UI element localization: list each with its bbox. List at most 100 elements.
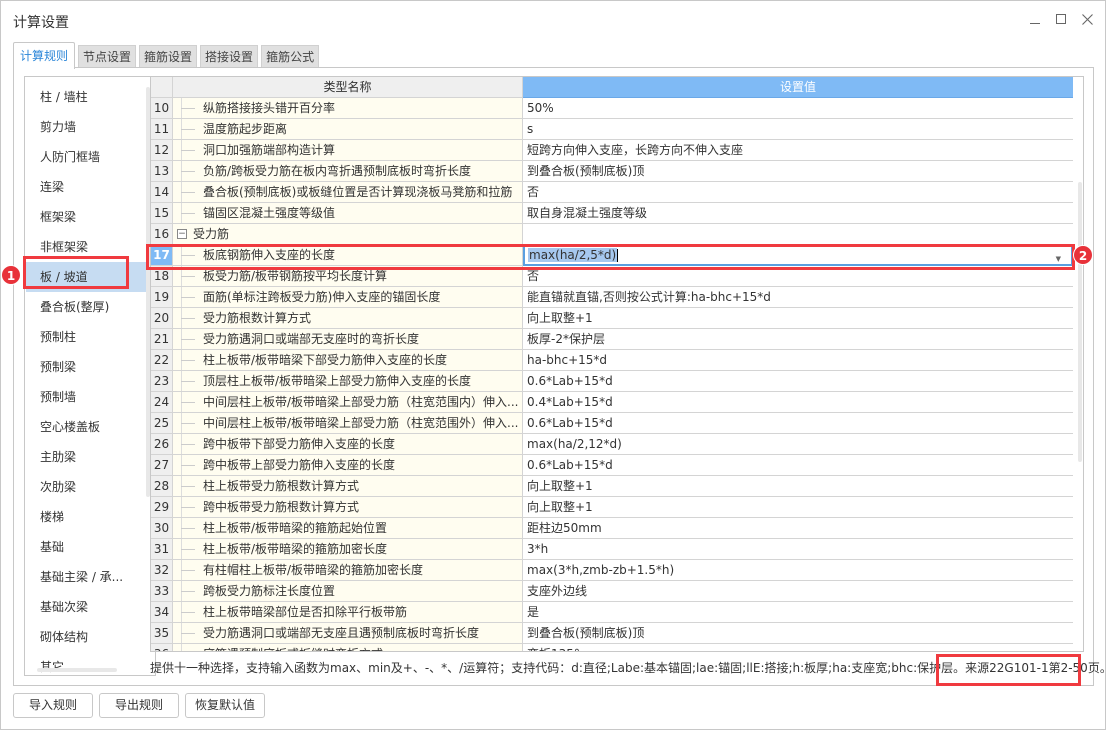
type-name-cell[interactable]: 受力筋遇洞口或端部无支座且遇预制底板时弯折长度 (173, 623, 523, 644)
row-number[interactable]: 26 (151, 434, 173, 455)
type-name-cell[interactable]: 柱上板带受力筋根数计算方式 (173, 476, 523, 497)
setting-value-cell[interactable]: 0.6*Lab+15*d (523, 455, 1073, 476)
tab-calc-rules[interactable]: 计算规则 (13, 42, 76, 69)
type-name-cell[interactable]: 负筋/跨板受力筋在板内弯折遇预制底板时弯折长度 (173, 161, 523, 182)
table-row[interactable]: 21 受力筋遇洞口或端部无支座时的弯折长度 板厚-2*保护层 (151, 329, 1075, 350)
setting-value-cell[interactable]: 弯折135° (523, 644, 1073, 651)
row-number[interactable]: 15 (151, 203, 173, 224)
table-row[interactable]: 22 柱上板带/板带暗梁下部受力筋伸入支座的长度 ha-bhc+15*d (151, 350, 1075, 371)
row-number[interactable]: 10 (151, 98, 173, 119)
row-number[interactable]: 18 (151, 266, 173, 287)
table-row[interactable]: 24 中间层柱上板带/板带暗梁上部受力筋（柱宽范围内）伸入... 0.4*Lab+1… (151, 392, 1075, 413)
table-row[interactable]: 33 跨板受力筋标注长度位置 支座外边线 (151, 581, 1075, 602)
sidebar-item[interactable]: 框架梁 (26, 202, 146, 232)
setting-value-cell[interactable]: 向上取整+1 (523, 476, 1073, 497)
type-name-cell[interactable]: 跨中板带受力筋根数计算方式 (173, 497, 523, 518)
type-name-cell[interactable]: 跨板受力筋标注长度位置 (173, 581, 523, 602)
table-row[interactable]: 16− 受力筋 (151, 224, 1075, 245)
setting-value-cell[interactable]: 50% (523, 98, 1073, 119)
sidebar-item[interactable]: 其它 (26, 652, 146, 675)
table-row[interactable]: 26 跨中板带下部受力筋伸入支座的长度 max(ha/2,12*d) (151, 434, 1075, 455)
chevron-down-icon[interactable]: ▼ (1056, 251, 1061, 264)
row-number[interactable]: 33 (151, 581, 173, 602)
table-row[interactable]: 20 受力筋根数计算方式 向上取整+1 (151, 308, 1075, 329)
sidebar-item[interactable]: 剪力墙 (26, 112, 146, 142)
row-number[interactable]: 36 (151, 644, 173, 651)
row-number[interactable]: 12 (151, 140, 173, 161)
sidebar-item[interactable]: 叠合板(整厚) (26, 292, 146, 322)
type-name-cell[interactable]: 中间层柱上板带/板带暗梁上部受力筋（柱宽范围外）伸入... (173, 413, 523, 434)
row-number[interactable]: 13 (151, 161, 173, 182)
sidebar-item[interactable]: 连梁 (26, 172, 146, 202)
sidebar-item[interactable]: 主肋梁 (26, 442, 146, 472)
setting-value-editor[interactable]: max(ha/2,5*d) ▼ (523, 245, 1073, 266)
row-number[interactable]: 22 (151, 350, 173, 371)
import-rules-button[interactable]: 导入规则 (13, 693, 93, 718)
maximize-button[interactable] (1051, 9, 1071, 29)
setting-value-cell[interactable]: 0.6*Lab+15*d (523, 413, 1073, 434)
table-row[interactable]: 36 底筋遇预制底板或板缝时弯折方式 弯折135° (151, 644, 1075, 651)
setting-value-cell[interactable]: s (523, 119, 1073, 140)
table-row[interactable]: 15 锚固区混凝土强度等级值 取自身混凝土强度等级 (151, 203, 1075, 224)
table-row[interactable]: 17 板底钢筋伸入支座的长度 max(ha/2,5*d) ▼ (151, 245, 1075, 266)
row-number[interactable]: 29 (151, 497, 173, 518)
grid-vertical-scrollbar[interactable] (1078, 182, 1082, 462)
setting-value-cell[interactable]: 能直锚就直锚,否则按公式计算:ha-bhc+15*d (523, 287, 1073, 308)
setting-value-cell[interactable]: 否 (523, 266, 1073, 287)
type-name-cell[interactable]: 受力筋根数计算方式 (173, 308, 523, 329)
row-number[interactable]: 27 (151, 455, 173, 476)
setting-value-cell[interactable]: 支座外边线 (523, 581, 1073, 602)
table-row[interactable]: 35 受力筋遇洞口或端部无支座且遇预制底板时弯折长度 到叠合板(预制底板)顶 (151, 623, 1075, 644)
type-name-cell[interactable]: 板底钢筋伸入支座的长度 (173, 245, 523, 266)
row-number[interactable]: 21 (151, 329, 173, 350)
type-name-cell[interactable]: 顶层柱上板带/板带暗梁上部受力筋伸入支座的长度 (173, 371, 523, 392)
type-name-cell[interactable]: 柱上板带/板带暗梁的箍筋起始位置 (173, 518, 523, 539)
tab-node-settings[interactable]: 节点设置 (78, 45, 137, 69)
sidebar-item[interactable]: 板 / 坡道 (26, 262, 146, 292)
row-number[interactable]: 24 (151, 392, 173, 413)
type-name-cell[interactable]: 中间层柱上板带/板带暗梁上部受力筋（柱宽范围内）伸入... (173, 392, 523, 413)
type-name-cell[interactable]: 有柱帽柱上板带/板带暗梁的箍筋加密长度 (173, 560, 523, 581)
setting-value-cell[interactable]: 0.4*Lab+15*d (523, 392, 1073, 413)
collapse-icon[interactable]: − (177, 229, 187, 239)
table-row[interactable]: 31 柱上板带/板带暗梁的箍筋加密长度 3*h (151, 539, 1075, 560)
sidebar-item[interactable]: 预制墙 (26, 382, 146, 412)
setting-value-cell[interactable]: 0.6*Lab+15*d (523, 371, 1073, 392)
row-number[interactable]: 14 (151, 182, 173, 203)
table-row[interactable]: 11 温度筋起步距离 s (151, 119, 1075, 140)
type-name-cell[interactable]: 底筋遇预制底板或板缝时弯折方式 (173, 644, 523, 651)
setting-value-cell[interactable]: 取自身混凝土强度等级 (523, 203, 1073, 224)
row-number[interactable]: 11 (151, 119, 173, 140)
table-row[interactable]: 34 柱上板带暗梁部位是否扣除平行板带筋 是 (151, 602, 1075, 623)
setting-value-cell[interactable]: 短跨方向伸入支座，长跨方向不伸入支座 (523, 140, 1073, 161)
sidebar-item[interactable]: 基础主梁 / 承... (26, 562, 146, 592)
table-row[interactable]: 13 负筋/跨板受力筋在板内弯折遇预制底板时弯折长度 到叠合板(预制底板)顶 (151, 161, 1075, 182)
sidebar-item[interactable]: 楼梯 (26, 502, 146, 532)
setting-value-cell[interactable]: 向上取整+1 (523, 308, 1073, 329)
sidebar-item[interactable]: 预制柱 (26, 322, 146, 352)
type-name-cell[interactable]: 跨中板带上部受力筋伸入支座的长度 (173, 455, 523, 476)
type-name-cell[interactable]: 面筋(单标注跨板受力筋)伸入支座的锚固长度 (173, 287, 523, 308)
restore-defaults-button[interactable]: 恢复默认值 (185, 693, 265, 718)
type-name-cell[interactable]: 叠合板(预制底板)或板缝位置是否计算现浇板马凳筋和拉筋 (173, 182, 523, 203)
setting-value-cell[interactable]: 向上取整+1 (523, 497, 1073, 518)
sidebar-item[interactable]: 次肋梁 (26, 472, 146, 502)
sidebar-item[interactable]: 基础 (26, 532, 146, 562)
type-name-cell[interactable]: 柱上板带/板带暗梁下部受力筋伸入支座的长度 (173, 350, 523, 371)
table-row[interactable]: 23 顶层柱上板带/板带暗梁上部受力筋伸入支座的长度 0.6*Lab+15*d (151, 371, 1075, 392)
table-row[interactable]: 18 板受力筋/板带钢筋按平均长度计算 否 (151, 266, 1075, 287)
table-row[interactable]: 19 面筋(单标注跨板受力筋)伸入支座的锚固长度 能直锚就直锚,否则按公式计算:ha… (151, 287, 1075, 308)
row-number[interactable]: 16 (151, 224, 173, 245)
setting-value-cell[interactable]: 3*h (523, 539, 1073, 560)
sidebar-item[interactable]: 空心楼盖板 (26, 412, 146, 442)
sidebar-item[interactable]: 砌体结构 (26, 622, 146, 652)
type-name-cell[interactable]: 柱上板带暗梁部位是否扣除平行板带筋 (173, 602, 523, 623)
table-row[interactable]: 25 中间层柱上板带/板带暗梁上部受力筋（柱宽范围外）伸入... 0.6*Lab+1… (151, 413, 1075, 434)
row-number[interactable]: 17 (151, 245, 173, 266)
sidebar-item[interactable]: 预制梁 (26, 352, 146, 382)
type-name-cell[interactable]: 洞口加强筋端部构造计算 (173, 140, 523, 161)
sidebar-horizontal-scrollbar[interactable] (37, 668, 117, 672)
type-name-cell[interactable]: 锚固区混凝土强度等级值 (173, 203, 523, 224)
tab-lap-settings[interactable]: 搭接设置 (200, 45, 259, 69)
header-type-name[interactable]: 类型名称 (173, 77, 523, 98)
